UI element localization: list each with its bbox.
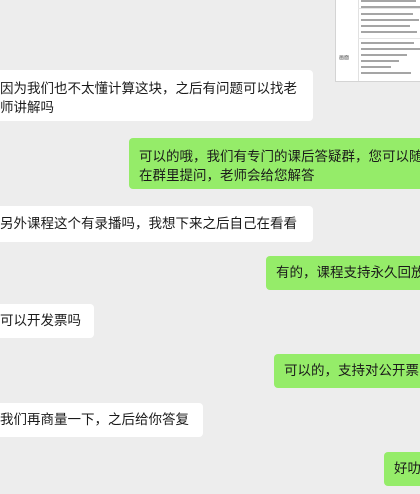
message-line: 可以开发票吗 [0, 313, 81, 329]
message-bubble-incoming[interactable]: 因为我们也不太懂计算这块，之后有问题可以找老 师讲解吗 [0, 70, 313, 121]
chat-area: 画面 因为我们也不太懂计算这块，之后有问题可以找老 师讲解吗 可以的哦，我们有专… [0, 0, 420, 494]
course-list-image[interactable]: 画面 [335, 0, 420, 82]
image-text-row [361, 42, 414, 44]
message-line: 可以的，支持对公开票 [284, 363, 419, 379]
image-text-row [361, 25, 410, 27]
image-text-row [361, 31, 417, 33]
image-text-row [361, 13, 413, 15]
image-divider [358, 8, 420, 9]
message-bubble-outgoing[interactable]: 有的，课程支持永久回放 [266, 256, 420, 290]
image-text-row [361, 60, 399, 62]
message-bubble-incoming[interactable]: 可以开发票吗 [0, 304, 94, 338]
message-line: 我们再商量一下，之后给你答复 [0, 412, 189, 428]
message-line: 有的，课程支持永久回放 [276, 265, 420, 281]
image-divider [358, 38, 420, 39]
image-side-column: 画面 [336, 0, 359, 81]
message-bubble-outgoing[interactable]: 好叻 [384, 452, 420, 486]
message-line: 好叻 [394, 461, 420, 477]
image-text-row [361, 72, 411, 74]
message-bubble-outgoing[interactable]: 可以的哦，我们有专门的课后答疑群，您可以随 在群里提问，老师会给您解答 [129, 138, 420, 189]
message-line: 另外课程这个有录播吗，我想下来之后自己在看看 [0, 216, 297, 232]
message-bubble-incoming[interactable]: 我们再商量一下，之后给你答复 [0, 403, 203, 437]
image-text-row [361, 66, 391, 68]
message-line: 在群里提问，老师会给您解答 [139, 168, 315, 184]
message-bubble-outgoing[interactable]: 可以的，支持对公开票 [274, 354, 420, 388]
image-side-label: 画面 [339, 55, 350, 61]
message-line: 因为我们也不太懂计算这块，之后有问题可以找老 [0, 81, 297, 97]
image-text-row [361, 6, 420, 8]
message-bubble-incoming[interactable]: 另外课程这个有录播吗，我想下来之后自己在看看 [0, 206, 313, 242]
image-text-row [361, 19, 419, 21]
image-text-row [361, 0, 416, 2]
message-line: 师讲解吗 [0, 100, 54, 116]
message-line: 可以的哦，我们有专门的课后答疑群，您可以随 [139, 149, 420, 165]
image-text-row [361, 54, 407, 56]
image-text-row [361, 48, 420, 50]
